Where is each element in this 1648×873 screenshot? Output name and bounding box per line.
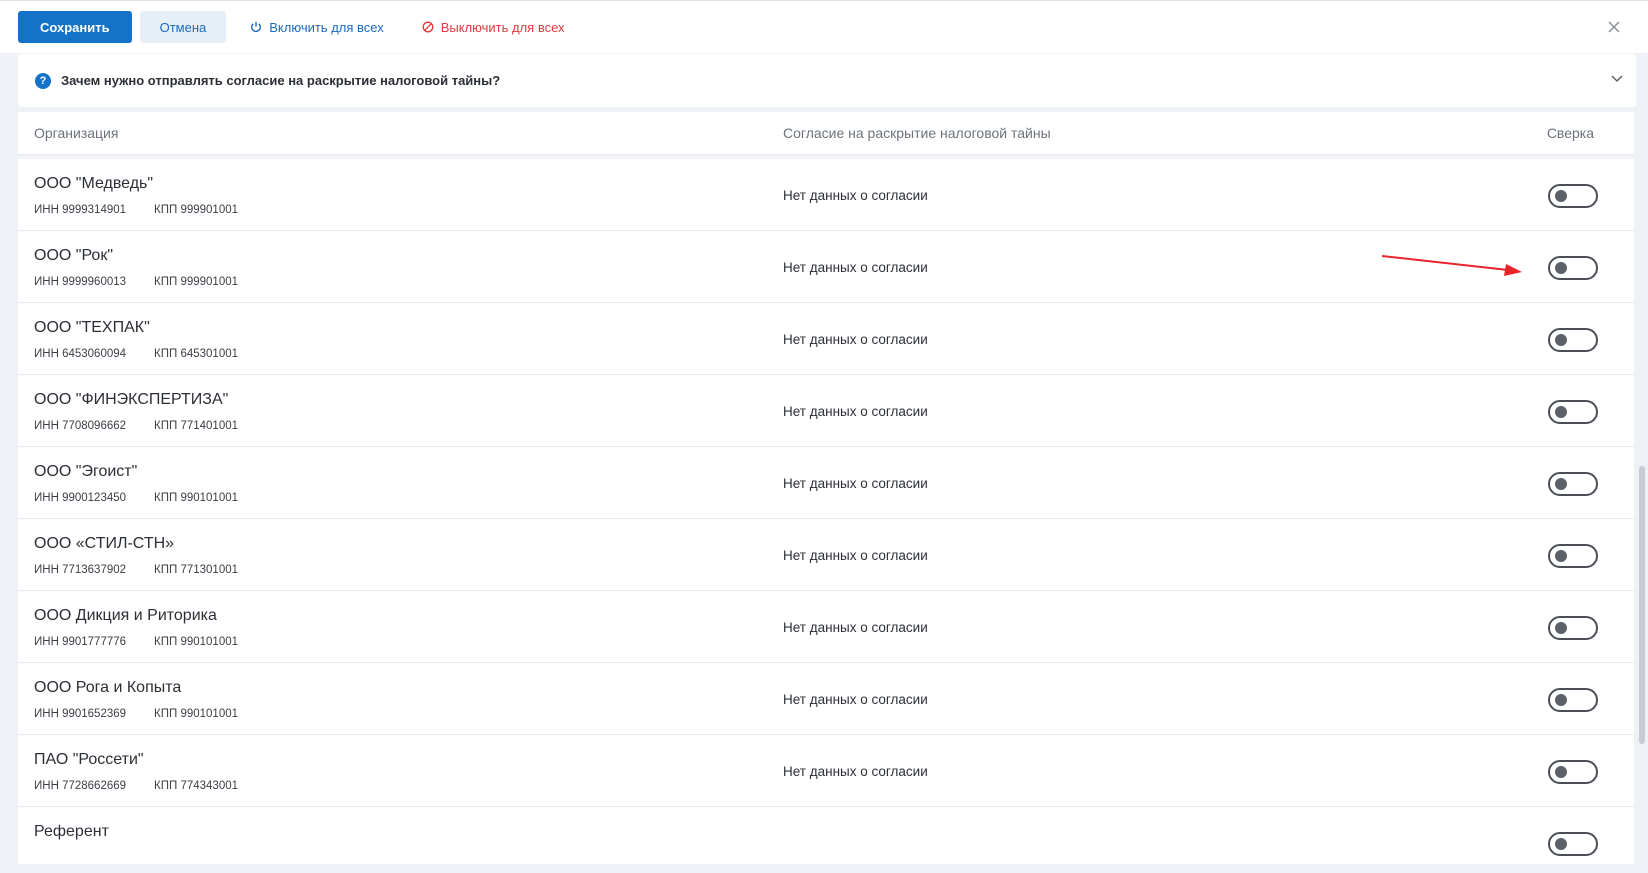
org-kpp: КПП 645301001 [154,348,239,360]
org-name: ООО "Рок" [34,247,114,264]
scrollbar-thumb[interactable] [1639,466,1645,744]
chevron-down-icon [1611,75,1623,83]
table-header: Организация Согласие на раскрытие налого… [18,112,1634,155]
table-row: ООО Рога и Копыта ИНН 9901652369 КПП 9901… [18,663,1634,735]
consent-status: Нет данных о согласии [783,332,928,347]
org-name: ООО «СТИЛ-СТН» [34,535,175,552]
reconciliation-toggle[interactable] [1548,688,1598,712]
organizations-table: Организация Согласие на раскрытие налого… [18,112,1634,864]
table-row: ПАО "Россети" ИНН 7728662669 КПП 77434300… [18,735,1634,807]
table-row: Референт [18,807,1634,864]
org-kpp: КПП 990101001 [154,492,239,504]
org-ids: ИНН 9901652369 КПП 990101001 [34,708,238,720]
consent-status: Нет данных о согласии [783,764,928,779]
org-ids: ИНН 7713637902 КПП 771301001 [34,564,238,576]
toggle-knob [1555,190,1567,202]
org-inn: ИНН 9900123450 [34,492,127,504]
consent-status: Нет данных о согласии [783,620,928,635]
org-inn: ИНН 9999960013 [34,276,127,288]
table-row: ООО "Эгоист" ИНН 9900123450 КПП 990101001… [18,447,1634,519]
org-ids: ИНН 9999314901 КПП 999901001 [34,204,238,216]
org-name: ПАО "Россети" [34,751,144,768]
reconciliation-toggle[interactable] [1548,472,1598,496]
toggle-knob [1555,622,1567,634]
org-name: ООО "ТЕХПАК" [34,319,150,336]
org-ids: ИНН 9900123450 КПП 990101001 [34,492,238,504]
consent-status: Нет данных о согласии [783,404,928,419]
reconciliation-toggle[interactable] [1548,832,1598,856]
power-icon [251,21,262,32]
org-inn: ИНН 6453060094 [34,348,127,360]
org-inn: ИНН 9901652369 [34,708,127,720]
enable-all-label: Включить для всех [269,19,384,35]
org-kpp: КПП 990101001 [154,636,239,648]
enable-all-button[interactable]: Включить для всех [250,19,384,35]
annotation-arrow-icon [1381,255,1522,276]
header-consent: Согласие на раскрытие налоговой тайны [783,125,1051,141]
org-inn: ИНН 9999314901 [34,204,127,216]
block-icon [422,21,434,33]
toggle-knob [1555,550,1567,562]
toggle-knob [1555,406,1567,418]
org-name: ООО Рога и Копыта [34,679,182,696]
consent-status: Нет данных о согласии [783,692,928,707]
toggle-knob [1555,694,1567,706]
disable-all-label: Выключить для всех [440,19,565,35]
reconciliation-toggle[interactable] [1548,184,1598,208]
info-question: Зачем нужно отправлять согласие на раскр… [61,73,501,88]
reconciliation-toggle[interactable] [1548,400,1598,424]
org-kpp: КПП 771401001 [154,420,239,432]
org-name: ООО "Медведь" [34,175,154,192]
table-row: ООО "Медведь" ИНН 9999314901 КПП 99990100… [18,159,1634,231]
org-kpp: КПП 999901001 [154,276,239,288]
reconciliation-toggle[interactable] [1548,328,1598,352]
org-inn: ИНН 7728662669 [34,780,127,792]
org-ids [34,852,62,864]
header-organization: Организация [34,125,119,141]
reconciliation-toggle[interactable] [1548,616,1598,640]
org-kpp: КПП 771301001 [154,564,239,576]
table-row: ООО Дикция и Риторика ИНН 9901777776 КПП … [18,591,1634,663]
consent-status: Нет данных о согласии [783,260,928,275]
save-button[interactable]: Сохранить [18,11,132,43]
org-name: Референт [34,823,109,840]
org-ids: ИНН 6453060094 КПП 645301001 [34,348,238,360]
toggle-knob [1555,766,1567,778]
reconciliation-toggle[interactable] [1548,256,1598,280]
org-inn: ИНН 9901777776 [34,636,127,648]
cancel-button[interactable]: Отмена [139,11,227,43]
org-name: ООО "Эгоист" [34,463,138,480]
reconciliation-toggle[interactable] [1548,760,1598,784]
consent-status: Нет данных о согласии [783,548,928,563]
header-reconciliation: Сверка [1546,125,1594,141]
table-row: ООО "ФИНЭКСПЕРТИЗА" ИНН 7708096662 КПП 77… [18,375,1634,447]
org-inn: ИНН 7708096662 [34,420,127,432]
toggle-knob [1555,478,1567,490]
toggle-knob [1555,262,1567,274]
info-panel-toggle[interactable]: ? Зачем нужно отправлять согласие на рас… [18,54,1636,107]
close-icon[interactable] [1604,17,1624,37]
question-icon: ? [35,72,51,89]
org-name: ООО Дикция и Риторика [34,607,217,624]
org-ids: ИНН 9999960013 КПП 999901001 [34,276,238,288]
org-ids: ИНН 7708096662 КПП 771401001 [34,420,238,432]
reconciliation-toggle[interactable] [1548,544,1598,568]
disable-all-button[interactable]: Выключить для всех [422,20,565,35]
table-row: ООО «СТИЛ-СТН» ИНН 7713637902 КПП 7713010… [18,519,1634,591]
org-inn: ИНН 7713637902 [34,564,127,576]
toggle-knob [1555,334,1567,346]
org-name: ООО "ФИНЭКСПЕРТИЗА" [34,391,229,408]
toggle-knob [1555,838,1567,850]
org-kpp: КПП 999901001 [154,204,239,216]
org-kpp: КПП 774343001 [154,780,239,792]
org-ids: ИНН 9901777776 КПП 990101001 [34,636,238,648]
org-kpp: КПП 990101001 [154,708,239,720]
consent-status: Нет данных о согласии [783,188,928,203]
consent-status: Нет данных о согласии [783,476,928,491]
org-ids: ИНН 7728662669 КПП 774343001 [34,780,238,792]
toolbar: Сохранить Отмена Включить для всех Выклю… [0,1,1648,53]
table-row: ООО "ТЕХПАК" ИНН 6453060094 КПП 645301001… [18,303,1634,375]
